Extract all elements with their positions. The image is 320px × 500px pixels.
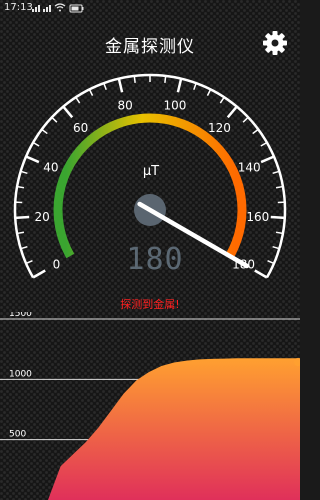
gauge-tick-label: 20 <box>35 210 50 224</box>
gear-icon[interactable] <box>260 28 290 58</box>
signal-icon <box>43 5 51 12</box>
gauge-minor-tick <box>20 245 28 250</box>
gauge-minor-tick <box>20 170 28 175</box>
gauge-major-tick <box>270 215 285 220</box>
status-icons <box>32 0 92 16</box>
gauge-minor-tick <box>252 128 259 135</box>
gauge-major-tick <box>260 155 275 164</box>
gauge-minor-tick <box>88 89 94 96</box>
gauge-major-tick <box>32 269 46 279</box>
status-bar: 17:13 <box>0 0 300 16</box>
status-message: 探测到金属! <box>120 298 180 311</box>
gauge-minor-tick <box>193 82 197 90</box>
gauge-major-tick <box>176 78 183 93</box>
gauge-minor-tick <box>267 260 275 265</box>
gauge-minor-tick <box>75 96 81 104</box>
gauge-tick-label: 120 <box>208 121 231 135</box>
gauge-tick-label: 80 <box>117 98 132 112</box>
gauge-major-tick <box>226 105 238 119</box>
wifi-icon <box>54 3 66 12</box>
gauge-minor-tick <box>272 245 280 250</box>
title-bar: 金属探测仪 <box>0 24 300 60</box>
chart-y-axis-labels: 1500 1000 500 <box>9 312 32 440</box>
gauge-minor-tick <box>32 141 40 147</box>
gauge-minor-tick <box>41 128 48 135</box>
chart: 1500 1000 500 <box>0 312 300 500</box>
gauge-digital-readout: 180 <box>126 242 183 277</box>
gauge-color-arc <box>53 113 247 259</box>
gauge-minor-tick <box>242 116 249 123</box>
gauge-major-tick <box>117 78 124 93</box>
battery-icon <box>69 4 84 13</box>
chart-y-tick-label: 500 <box>9 430 26 440</box>
gauge-major-tick <box>254 269 268 279</box>
gauge-minor-tick <box>219 96 225 104</box>
gauge-minor-tick <box>25 260 33 265</box>
gauge-tick-label: 100 <box>163 98 186 112</box>
signal-icon <box>32 5 40 12</box>
settings-button[interactable] <box>260 28 290 58</box>
chart-y-tick-label: 1500 <box>9 312 32 319</box>
chart-y-tick-label: 1000 <box>9 369 32 379</box>
gauge-minor-tick <box>206 89 212 96</box>
gauge-major-tick <box>25 155 40 164</box>
gauge-minor-tick <box>103 82 107 90</box>
page-title: 金属探测仪 <box>105 37 195 57</box>
gauge-minor-tick <box>164 75 167 83</box>
gauge-tick-label: 0 <box>53 258 61 272</box>
app-screen: 17:13 金属探测仪 0 20 40 60 80 100 120 140 16… <box>0 0 300 500</box>
gauge-major-tick <box>62 105 74 119</box>
gauge-minor-tick <box>260 141 268 147</box>
gauge-tick-label: 40 <box>43 161 58 175</box>
gauge-unit: μT <box>143 164 159 179</box>
status-time: 17:13 <box>4 2 33 13</box>
gauge-minor-tick <box>133 75 136 83</box>
gauge-minor-tick <box>272 170 280 175</box>
gauge-major-tick <box>15 215 30 220</box>
gauge-tick-label: 140 <box>238 161 261 175</box>
gauge: 020406080100120140160180 μT 180 <box>13 73 287 279</box>
gauge-tick-label: 60 <box>73 121 88 135</box>
gauge-minor-tick <box>51 116 58 123</box>
gauge-tick-label: 160 <box>246 210 269 224</box>
